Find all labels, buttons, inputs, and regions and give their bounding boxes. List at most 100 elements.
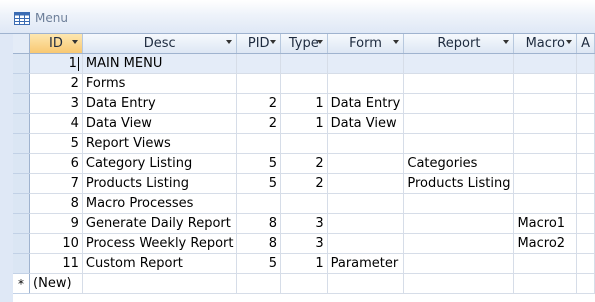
cell-id[interactable]: 5 [29, 133, 83, 154]
cell-type[interactable]: 3 [280, 213, 328, 234]
cell-form[interactable] [327, 173, 405, 194]
cell-desc[interactable]: Generate Daily Report [82, 213, 238, 234]
record-selector[interactable] [13, 53, 31, 74]
filter-dropdown-icon[interactable] [226, 40, 233, 44]
cell-macro[interactable] [513, 193, 578, 214]
cell-desc[interactable]: Report Views [82, 133, 238, 154]
table-row[interactable]: 9 Generate Daily Report 8 3 Macro1 [13, 213, 595, 234]
table-row[interactable]: 2 Forms [13, 73, 595, 94]
record-selector[interactable] [13, 173, 31, 194]
record-selector[interactable] [13, 213, 31, 234]
cell-id[interactable]: 1 [29, 53, 83, 74]
cell-id[interactable]: 2 [29, 73, 83, 94]
cell-form[interactable]: Data Entry [327, 93, 405, 114]
record-selector[interactable] [13, 73, 31, 94]
cell-desc[interactable]: Macro Processes [82, 193, 238, 214]
cell-type[interactable]: 3 [280, 233, 328, 254]
cell-type[interactable]: 2 [280, 153, 328, 174]
cell-a[interactable] [576, 173, 595, 194]
datasheet-grid[interactable]: ID Desc PID Type Form Report Macro A 1 MAIN MENU… [13, 34, 595, 302]
filter-dropdown-icon[interactable] [71, 40, 78, 44]
cell-pid[interactable]: 8 [236, 233, 281, 254]
filter-dropdown-icon[interactable] [393, 40, 400, 44]
cell-form[interactable] [327, 213, 405, 234]
record-selector[interactable] [13, 133, 31, 154]
cell-desc[interactable]: Custom Report [82, 253, 238, 274]
new-cell-type[interactable] [280, 273, 328, 294]
table-row[interactable]: 3 Data Entry 2 1 Data Entry [13, 93, 595, 114]
cell-pid[interactable]: 8 [236, 213, 281, 234]
table-row[interactable]: 1 MAIN MENU [13, 53, 595, 74]
cell-report[interactable] [403, 233, 515, 254]
new-record-row[interactable]: * (New) [13, 273, 595, 294]
cell-type[interactable] [280, 53, 328, 74]
column-header-report[interactable]: Report [403, 34, 515, 54]
cell-id[interactable]: 6 [29, 153, 83, 174]
cell-pid[interactable] [236, 73, 281, 94]
cell-a[interactable] [576, 93, 595, 114]
cell-form[interactable] [327, 53, 405, 74]
cell-pid[interactable]: 5 [236, 173, 281, 194]
record-selector[interactable] [13, 253, 31, 274]
cell-id[interactable]: 10 [29, 233, 83, 254]
cell-macro[interactable] [513, 73, 578, 94]
cell-macro[interactable] [513, 133, 578, 154]
cell-a[interactable] [576, 73, 595, 94]
column-header-pid[interactable]: PID [236, 34, 281, 54]
record-selector[interactable] [13, 233, 31, 254]
new-cell-pid[interactable] [236, 273, 281, 294]
cell-report[interactable] [403, 213, 515, 234]
new-cell-desc[interactable] [82, 273, 238, 294]
select-all-corner[interactable] [13, 34, 31, 54]
cell-form[interactable] [327, 73, 405, 94]
cell-type[interactable]: 2 [280, 173, 328, 194]
cell-report[interactable] [403, 73, 515, 94]
table-row[interactable]: 5 Report Views [13, 133, 595, 154]
cell-type[interactable] [280, 133, 328, 154]
table-row[interactable]: 11 Custom Report 5 1 Parameter [13, 253, 595, 274]
table-row[interactable]: 8 Macro Processes [13, 193, 595, 214]
new-cell-macro[interactable] [513, 273, 578, 294]
cell-macro[interactable] [513, 173, 578, 194]
cell-id[interactable]: 8 [29, 193, 83, 214]
cell-type[interactable] [280, 193, 328, 214]
cell-report[interactable] [403, 253, 515, 274]
cell-desc[interactable]: Data Entry [82, 93, 238, 114]
new-cell-form[interactable] [327, 273, 405, 294]
cell-report[interactable] [403, 133, 515, 154]
column-header-a[interactable]: A [576, 34, 595, 54]
cell-a[interactable] [576, 253, 595, 274]
new-cell-a[interactable] [576, 273, 595, 294]
filter-dropdown-icon[interactable] [566, 40, 573, 44]
cell-id[interactable]: 11 [29, 253, 83, 274]
cell-pid[interactable] [236, 53, 281, 74]
cell-a[interactable] [576, 113, 595, 134]
cell-macro[interactable] [513, 93, 578, 114]
record-selector[interactable] [13, 153, 31, 174]
cell-type[interactable]: 1 [280, 253, 328, 274]
new-cell-report[interactable] [403, 273, 515, 294]
cell-type[interactable] [280, 73, 328, 94]
new-cell-id[interactable]: (New) [29, 273, 83, 294]
cell-report[interactable] [403, 53, 515, 74]
column-header-id[interactable]: ID [29, 34, 83, 54]
cell-type[interactable]: 1 [280, 113, 328, 134]
cell-pid[interactable] [236, 193, 281, 214]
column-header-type[interactable]: Type [280, 34, 328, 54]
record-selector[interactable] [13, 193, 31, 214]
cell-a[interactable] [576, 193, 595, 214]
cell-a[interactable] [576, 213, 595, 234]
cell-pid[interactable] [236, 133, 281, 154]
cell-desc[interactable]: Forms [82, 73, 238, 94]
table-row[interactable]: 6 Category Listing 5 2 Categories [13, 153, 595, 174]
filter-dropdown-icon[interactable] [316, 40, 323, 44]
cell-form[interactable]: Data View [327, 113, 405, 134]
cell-desc[interactable]: Products Listing [82, 173, 238, 194]
cell-macro[interactable] [513, 153, 578, 174]
cell-a[interactable] [576, 153, 595, 174]
cell-a[interactable] [576, 233, 595, 254]
cell-desc[interactable]: MAIN MENU [82, 53, 238, 74]
table-row[interactable]: 7 Products Listing 5 2 Products Listing [13, 173, 595, 194]
cell-type[interactable]: 1 [280, 93, 328, 114]
cell-id[interactable]: 9 [29, 213, 83, 234]
